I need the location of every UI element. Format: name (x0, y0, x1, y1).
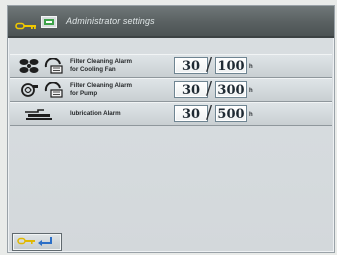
pump-icon (21, 83, 38, 97)
separator-slash: / (206, 54, 213, 75)
filter-icon (45, 81, 64, 98)
page-title: Administrator settings (66, 16, 155, 26)
alarm-row-lubrication: lubrication Alarm 30 / 500 h (10, 102, 332, 126)
alarm-limit-value[interactable]: 500 (215, 105, 247, 122)
lubrication-icon (25, 109, 52, 120)
separator-slash: / (206, 102, 213, 123)
book-icon (41, 15, 57, 33)
title-bar: Administrator settings (8, 6, 334, 38)
alarm-row-pump: Filter Cleaning Alarm for Pump 30 / 300 … (10, 78, 332, 102)
fan-icon (19, 59, 39, 73)
key-icon (15, 17, 37, 35)
unit-label: h (249, 64, 253, 70)
return-arrow-icon (38, 237, 52, 246)
separator-slash: / (206, 78, 213, 99)
settings-screen: Administrator settings Filter Cleaning A… (7, 5, 335, 253)
elapsed-hours-value[interactable]: 30 (174, 81, 208, 98)
elapsed-hours-value[interactable]: 30 (174, 57, 208, 74)
unit-label: h (249, 88, 253, 94)
filter-icon (45, 57, 64, 74)
elapsed-hours-value[interactable]: 30 (174, 105, 208, 122)
alarm-limit-value[interactable]: 100 (215, 57, 247, 74)
alarm-row-cooling-fan: Filter Cleaning Alarm for Cooling Fan 30… (10, 54, 332, 78)
key-icon (17, 237, 35, 245)
back-button[interactable] (12, 233, 62, 251)
alarm-label: Filter Cleaning Alarm for Cooling Fan (70, 58, 133, 73)
alarm-limit-value[interactable]: 300 (215, 81, 247, 98)
alarm-label: Filter Cleaning Alarm for Pump (70, 82, 133, 97)
alarm-label: lubrication Alarm (70, 110, 121, 117)
unit-label: h (249, 112, 253, 118)
